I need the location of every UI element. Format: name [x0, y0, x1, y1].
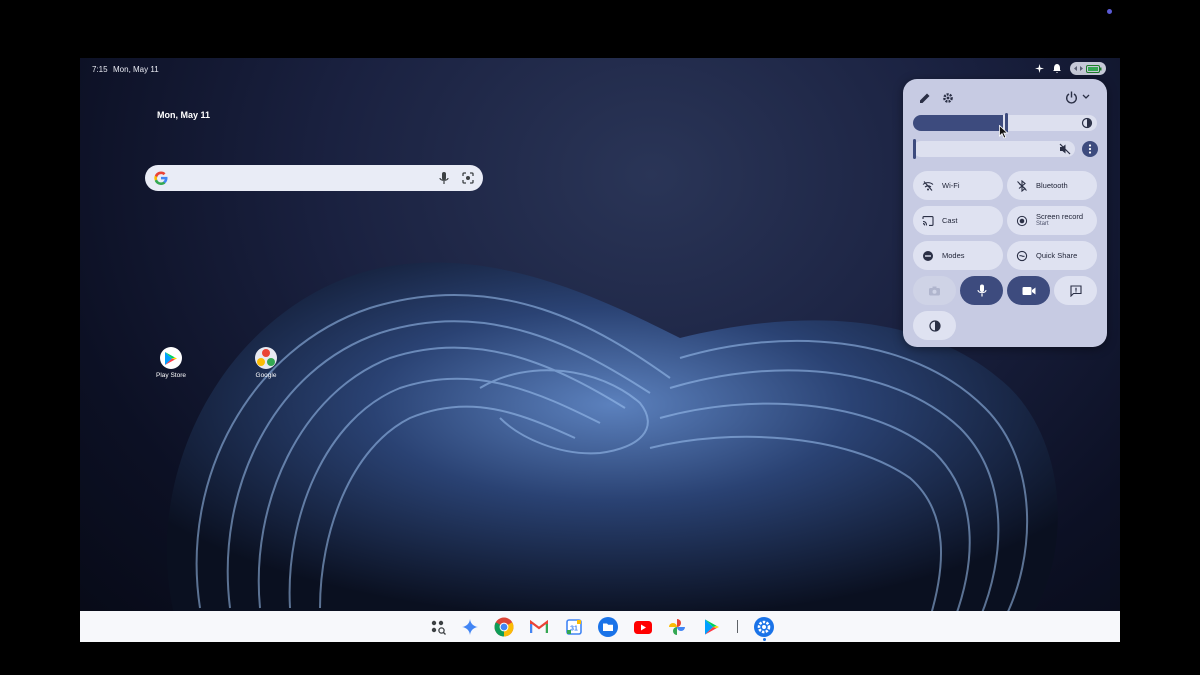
video-camera-icon: [1022, 286, 1035, 295]
volume-slider[interactable]: [913, 139, 1075, 159]
tile-modes[interactable]: Modes: [913, 241, 1003, 270]
brightness-icon: [1081, 117, 1093, 129]
tile-bluetooth[interactable]: Bluetooth: [1007, 171, 1097, 200]
launcher-icon[interactable]: [428, 617, 448, 637]
chevron-down-icon: [1082, 94, 1090, 99]
gemini-sparkle-icon[interactable]: [1034, 64, 1044, 74]
desktop-icon-label: Play Store: [156, 372, 186, 379]
shelf-divider: [737, 620, 738, 633]
play-store-icon[interactable]: [702, 617, 722, 637]
youtube-icon[interactable]: [633, 617, 653, 637]
mouse-cursor-icon: [999, 125, 1009, 139]
volume-mute-icon: [1059, 143, 1071, 155]
volume-more-button[interactable]: [1082, 141, 1098, 157]
system-tray-pill[interactable]: [1070, 62, 1106, 75]
power-menu-button[interactable]: [1065, 90, 1095, 104]
tile-text: Screen record Start: [1036, 212, 1084, 228]
widget-date: Mon, May 11: [157, 110, 211, 120]
gmail-icon[interactable]: [529, 617, 549, 637]
contrast-toggle[interactable]: [913, 311, 956, 340]
screen-record-icon: [1016, 215, 1028, 226]
contrast-icon: [928, 319, 941, 332]
cast-icon: [922, 215, 934, 226]
feedback-icon: [1069, 284, 1082, 297]
gear-icon[interactable]: [942, 91, 954, 103]
more-vertical-icon: [1088, 144, 1092, 154]
files-icon[interactable]: [598, 617, 618, 637]
status-time: 7:15: [92, 65, 108, 74]
camera-toggle[interactable]: [913, 276, 956, 305]
chrome-icon[interactable]: [494, 617, 514, 637]
calendar-icon[interactable]: 31: [564, 617, 584, 637]
wifi-off-icon: [922, 180, 934, 191]
tile-sublabel: Start: [1036, 221, 1049, 228]
edit-pencil-icon[interactable]: [919, 91, 931, 103]
desktop-icon-label: Google: [255, 372, 277, 379]
status-date: Mon, May 11: [113, 65, 159, 74]
desktop-google-folder[interactable]: Google: [241, 347, 291, 379]
settings-icon[interactable]: [754, 617, 774, 637]
google-folder-icon: [255, 347, 277, 369]
network-icon: [1074, 66, 1083, 71]
tile-cast[interactable]: Cast: [913, 206, 1003, 235]
lens-search-icon[interactable]: [461, 171, 475, 185]
recording-indicator-dot: [1107, 9, 1112, 14]
volume-thumb[interactable]: [913, 139, 916, 159]
quick-share-icon: [1016, 250, 1028, 261]
status-tray[interactable]: [1034, 62, 1106, 75]
camera-icon: [929, 286, 940, 295]
battery-icon: [1086, 64, 1102, 73]
caption-toggle[interactable]: [1054, 276, 1097, 305]
running-app-indicator: [763, 638, 766, 641]
google-g-icon: [154, 171, 168, 185]
microphone-toggle[interactable]: [960, 276, 1003, 305]
tile-wifi[interactable]: Wi-Fi: [913, 171, 1003, 200]
svg-text:31: 31: [570, 626, 578, 633]
voice-search-icon[interactable]: [437, 171, 451, 185]
play-store-icon: [160, 347, 182, 369]
search-bar[interactable]: [145, 165, 483, 191]
desktop-play-store[interactable]: Play Store: [146, 347, 196, 379]
power-icon: [1066, 91, 1077, 104]
tile-label: Wi-Fi: [942, 181, 960, 190]
desktop-screen: 7:15 Mon, May 11 Mon, May 11 Play Store …: [80, 58, 1120, 642]
status-bar: 7:15 Mon, May 11: [80, 58, 1120, 80]
microphone-icon: [976, 284, 987, 297]
tile-screen-record[interactable]: Screen record Start: [1007, 206, 1097, 235]
tile-label: Screen record: [1036, 212, 1084, 222]
brightness-fill: [913, 115, 1003, 131]
quick-settings-panel: Wi-Fi Bluetooth Cast Screen record Start…: [903, 79, 1107, 347]
photos-icon[interactable]: [667, 617, 687, 637]
tile-quick-share[interactable]: Quick Share: [1007, 241, 1097, 270]
bluetooth-off-icon: [1017, 179, 1027, 192]
shelf: 31: [80, 611, 1120, 642]
tile-label: Quick Share: [1036, 251, 1078, 260]
modes-icon: [923, 250, 933, 261]
video-toggle[interactable]: [1007, 276, 1050, 305]
tile-label: Cast: [942, 216, 958, 225]
tile-label: Bluetooth: [1036, 181, 1068, 190]
tile-label: Modes: [942, 251, 965, 260]
gemini-icon[interactable]: [460, 617, 480, 637]
notification-bell-icon[interactable]: [1052, 64, 1062, 74]
